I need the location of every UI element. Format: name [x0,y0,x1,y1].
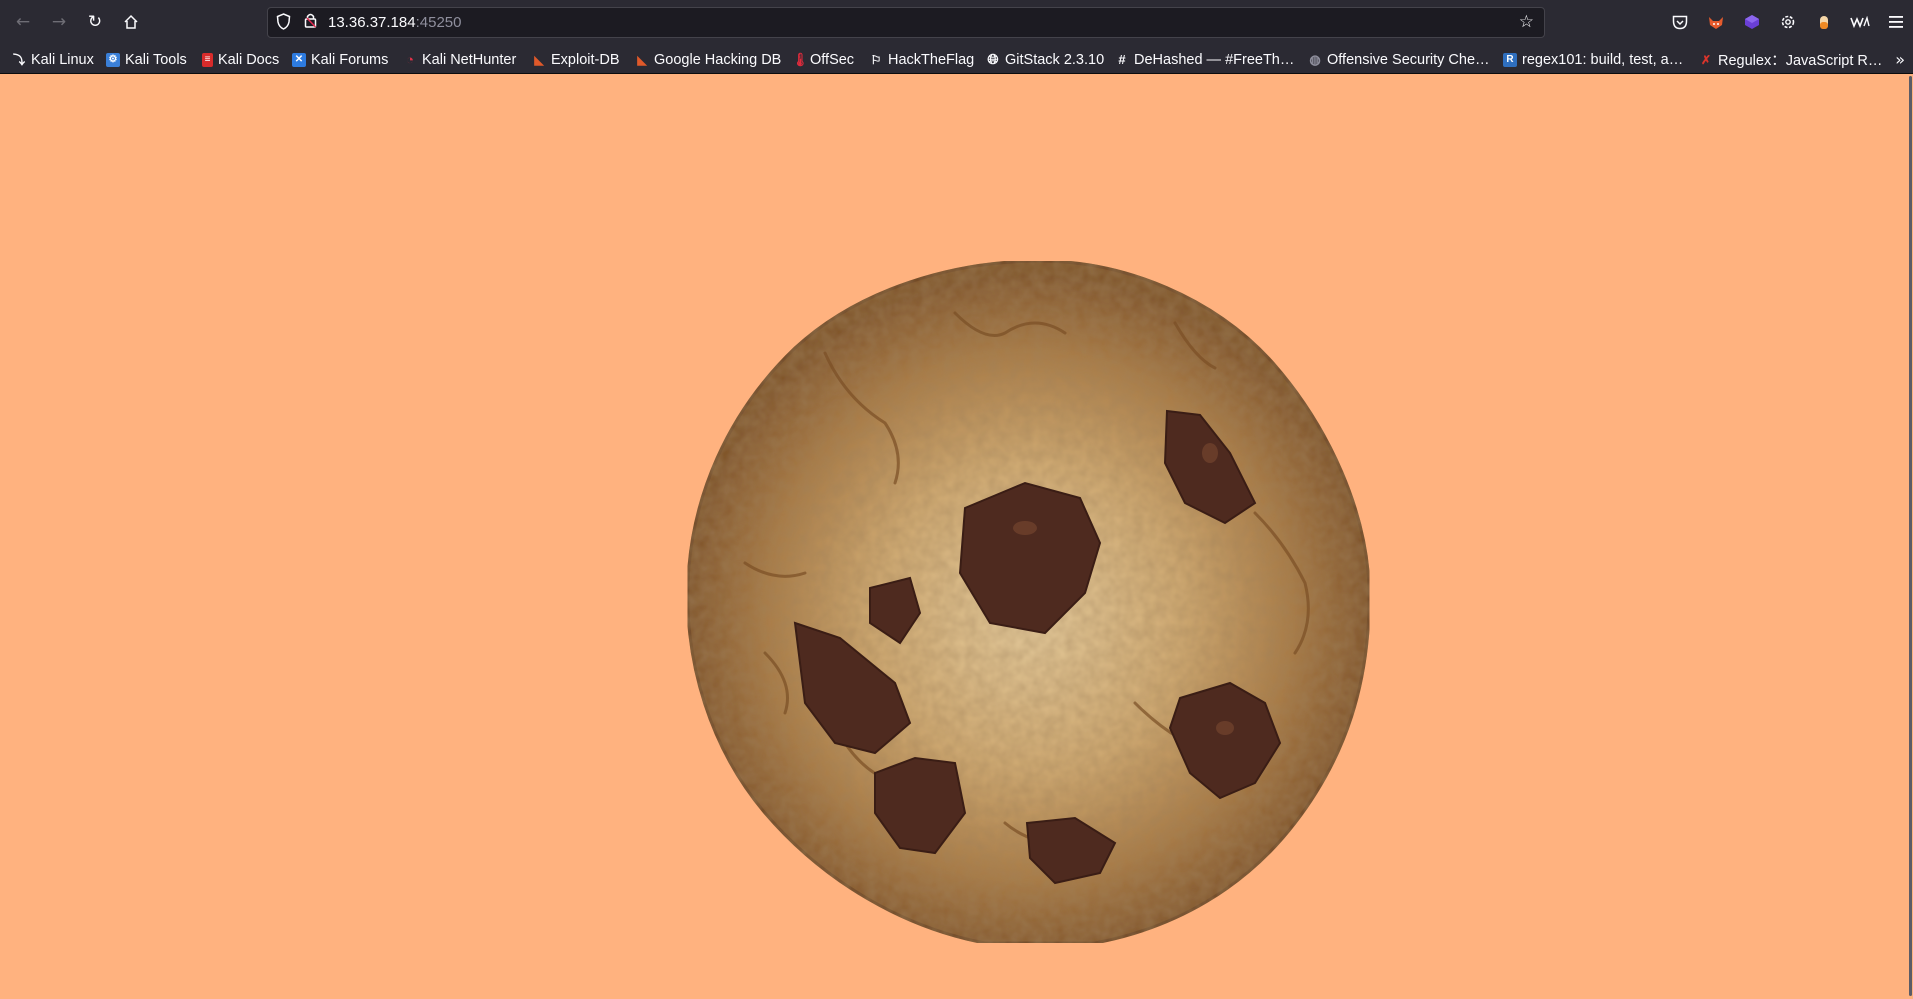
kali-dragon-icon: ⤵ [12,53,25,67]
forward-button[interactable]: → [44,9,74,35]
star-icon[interactable]: ☆ [1519,12,1534,32]
bookmark-kali-docs[interactable]: ≡ Kali Docs [202,49,279,70]
flag-icon: ⚐ [870,52,882,67]
kali-forums-icon: ✕ [292,52,306,67]
bookmark-google-hacking-db[interactable]: ◣ Google Hacking DB [635,49,781,70]
wappalyzer-icon[interactable] [1848,12,1872,32]
bookmark-dehashed[interactable]: # DeHashed — #FreeTh… [1115,49,1294,70]
regex101-icon: R [1503,52,1517,67]
home-button[interactable] [116,9,146,35]
bookmark-offsec[interactable]: 🌡 OffSec [791,49,855,70]
bookmark-hacktheflag[interactable]: ⚐ HackTheFlag [869,49,975,70]
ghdb-icon: ◣ [637,52,647,67]
pocket-icon[interactable] [1670,12,1690,32]
bookmark-offensive-security-cheatsheet[interactable]: ◍ Offensive Security Che… [1308,49,1490,70]
bookmarks-overflow-chevron-icon[interactable]: » [1895,50,1905,69]
bookmark-exploit-db[interactable]: ◣ Exploit-DB [532,49,620,70]
scrollbar-thumb[interactable] [1909,76,1912,996]
hash-icon: # [1118,52,1126,67]
bookmarks-toolbar: ⤵ Kali Linux ⚙ Kali Tools ≡ Kali Docs ✕ … [0,45,1913,74]
bookmark-label: HackTheFlag [888,51,975,68]
bookmark-gitstack[interactable]: 🌐︎ GitStack 2.3.10 [986,49,1104,70]
extension-icon[interactable] [1814,12,1834,32]
nethunter-icon: ◔ [406,52,414,67]
bookmark-label: DeHashed — #FreeTh… [1134,51,1295,68]
bookmark-label: Offensive Security Che… [1327,51,1490,68]
settings-gear-icon[interactable] [1778,12,1798,32]
bookmark-label: Google Hacking DB [654,51,782,68]
bookmark-label: GitStack 2.3.10 [1005,51,1105,68]
globe-icon: 🌐︎ [987,51,999,67]
bookmark-regulex[interactable]: ✗ Regulex：JavaScript R… [1699,49,1882,70]
cookie-image[interactable] [655,183,1425,943]
address-bar[interactable]: 13.36.37.184:45250 ☆ [267,7,1545,38]
url-text[interactable]: 13.36.37.184:45250 [328,14,461,31]
offsec-icon: 🌡 [791,51,809,67]
back-button[interactable]: ← [8,9,38,35]
exploit-db-icon: ◣ [534,52,544,67]
arrow-left-icon: ← [15,12,31,32]
bookmark-label: Kali Tools [125,51,187,68]
extension-cube-icon[interactable] [1742,12,1762,32]
reload-button[interactable]: ↻ [80,9,110,35]
bookmark-label: Kali Docs [218,51,280,68]
regulex-icon: ✗ [1700,52,1712,67]
bookmark-kali-nethunter[interactable]: ◔ Kali NetHunter [403,49,516,70]
bookmark-label: Kali Linux [31,51,94,68]
hamburger-menu-icon[interactable] [1886,12,1906,32]
lock-icon[interactable] [304,12,317,33]
bookmark-kali-tools[interactable]: ⚙ Kali Tools [106,49,187,70]
page-scrollbar[interactable] [1907,74,1913,999]
browser-toolbar: ← → ↻ 13.36.37.184:45250 ☆ [0,0,1913,45]
bookmark-kali-forums[interactable]: ✕ Kali Forums [292,49,388,70]
arrow-right-icon: → [51,12,67,32]
bookmark-label: Regulex：JavaScript R… [1718,53,1883,69]
foxyproxy-icon[interactable] [1706,12,1726,32]
shield-icon[interactable] [276,13,291,34]
bookmark-label: OffSec [810,51,855,68]
url-host: 13.36.37.184 [328,14,416,31]
kali-docs-icon: ≡ [202,52,213,67]
url-port: :45250 [415,14,462,31]
reload-icon: ↻ [87,12,103,32]
bookmark-label: Kali NetHunter [422,51,517,68]
bookmark-regex101[interactable]: R regex101: build, test, a… [1503,49,1683,70]
cheatsheet-icon: ◍ [1309,51,1321,67]
bookmark-label: Exploit-DB [551,51,620,68]
bookmark-label: regex101: build, test, a… [1522,51,1684,68]
bookmark-kali-linux[interactable]: ⤵ Kali Linux [12,49,94,70]
kali-tools-icon: ⚙ [106,52,120,67]
bookmark-label: Kali Forums [311,51,389,68]
home-icon [124,14,138,29]
